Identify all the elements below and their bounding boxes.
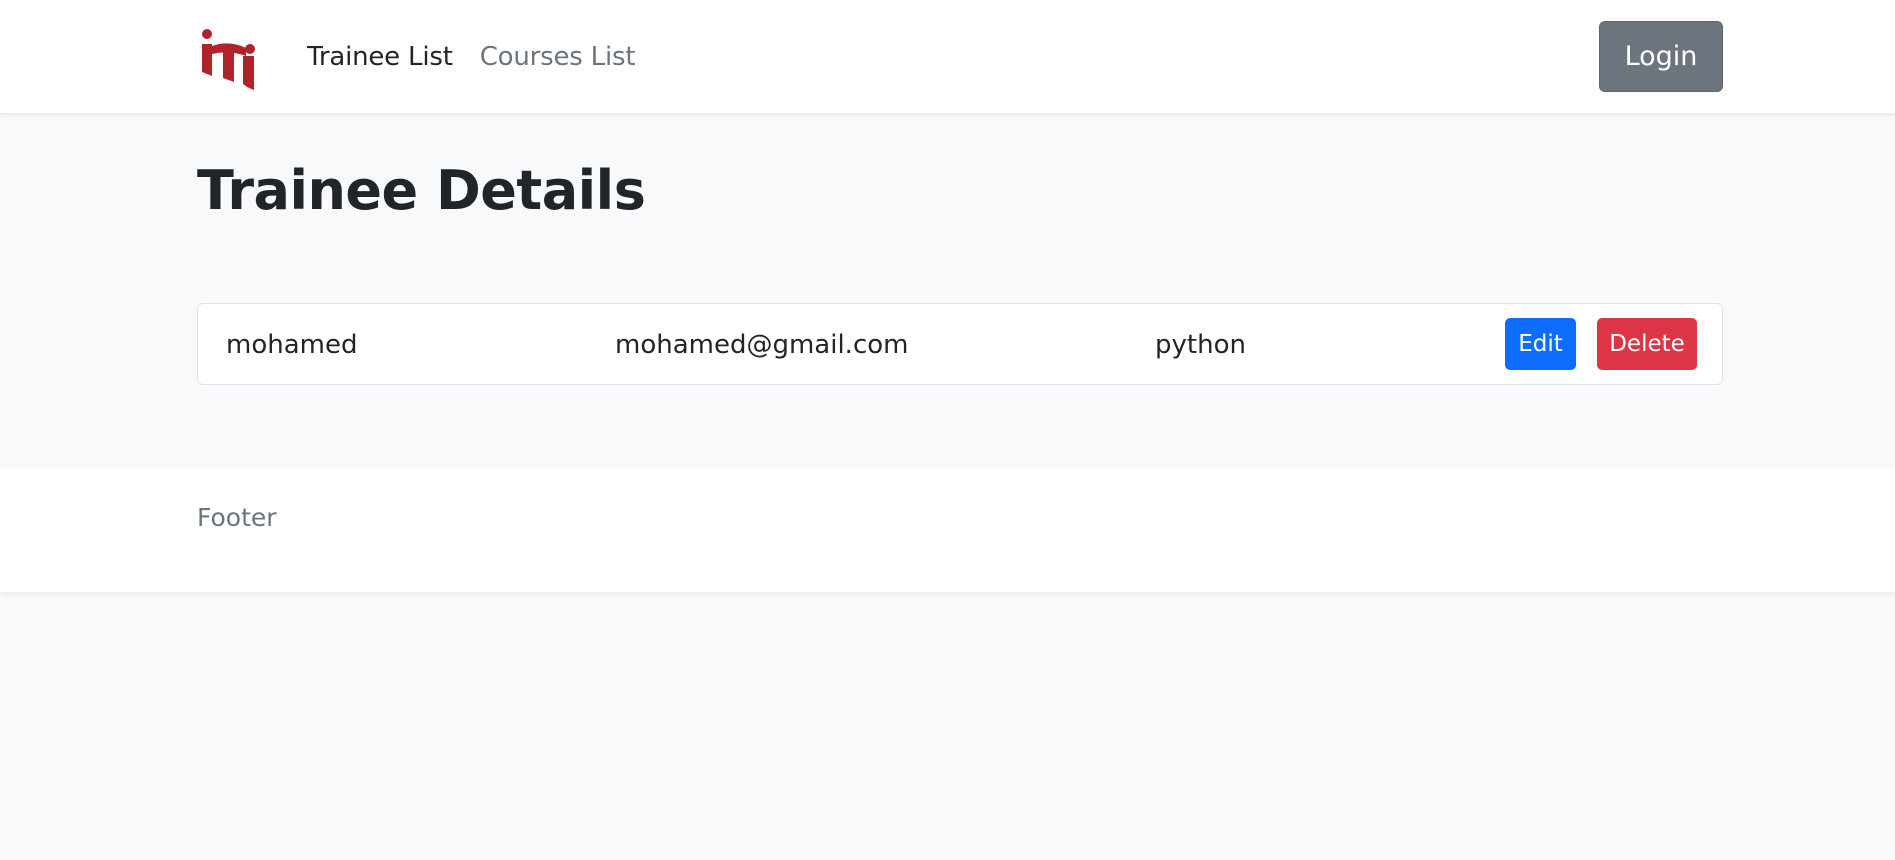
navbar-container: Trainee List Courses List Login <box>197 0 1723 113</box>
top-navbar: Trainee List Courses List Login <box>0 0 1895 113</box>
iti-logo-icon <box>202 29 255 90</box>
trainee-name: mohamed <box>226 330 358 360</box>
nav-links: Trainee List Courses List <box>307 0 636 113</box>
edit-button[interactable]: Edit <box>1505 318 1576 370</box>
trainee-course: python <box>1155 330 1246 360</box>
footer-text: Footer <box>197 502 277 532</box>
page-title: Trainee Details <box>197 159 646 222</box>
login-button[interactable]: Login <box>1599 21 1723 92</box>
nav-link-trainee-list[interactable]: Trainee List <box>307 42 453 72</box>
delete-button[interactable]: Delete <box>1597 318 1697 370</box>
trainee-details-row: mohamed mohamed@gmail.com python Edit De… <box>197 303 1723 385</box>
page-footer: Footer <box>0 467 1895 592</box>
trainee-email: mohamed@gmail.com <box>615 330 909 360</box>
nav-link-courses-list[interactable]: Courses List <box>480 42 636 72</box>
iti-logo[interactable] <box>199 28 259 92</box>
